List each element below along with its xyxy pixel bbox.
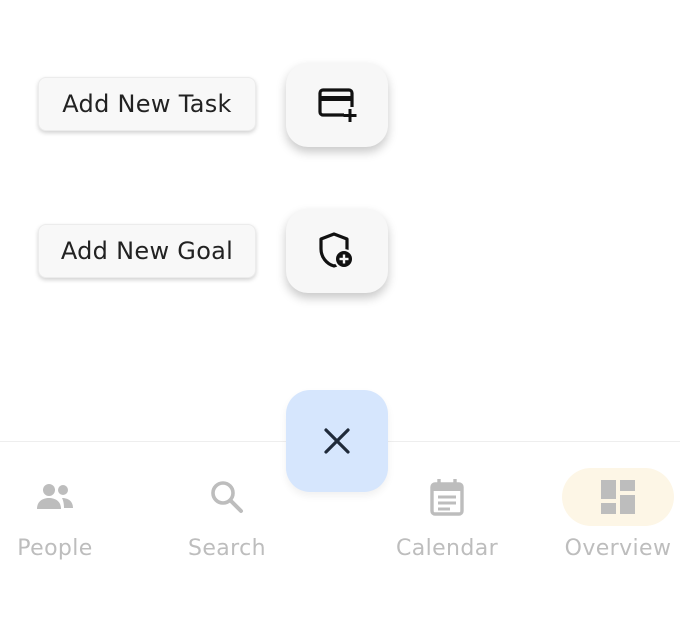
add-new-task-label[interactable]: Add New Task [38, 77, 256, 131]
nav-label-people: People [17, 536, 93, 561]
card-plus-icon [317, 87, 357, 123]
close-speed-dial-button[interactable] [286, 390, 388, 492]
search-icon [209, 479, 245, 515]
add-new-task-text: Add New Task [62, 90, 232, 118]
add-new-task-button[interactable] [286, 63, 388, 147]
add-new-goal-button[interactable] [286, 209, 388, 293]
nav-item-people[interactable]: People [0, 442, 140, 582]
nav-active-indicator [562, 468, 674, 526]
nav-item-overview[interactable]: Overview [533, 442, 680, 582]
calendar-icon [429, 478, 465, 516]
nav-label-calendar: Calendar [395, 536, 499, 561]
people-icon [35, 481, 75, 513]
close-icon [323, 427, 351, 455]
nav-label-overview: Overview [564, 536, 672, 561]
add-new-goal-text: Add New Goal [60, 237, 234, 265]
shield-plus-icon [317, 231, 357, 271]
nav-label-search: Search [188, 536, 266, 561]
add-new-goal-label[interactable]: Add New Goal [38, 224, 256, 278]
dashboard-icon [601, 480, 635, 514]
